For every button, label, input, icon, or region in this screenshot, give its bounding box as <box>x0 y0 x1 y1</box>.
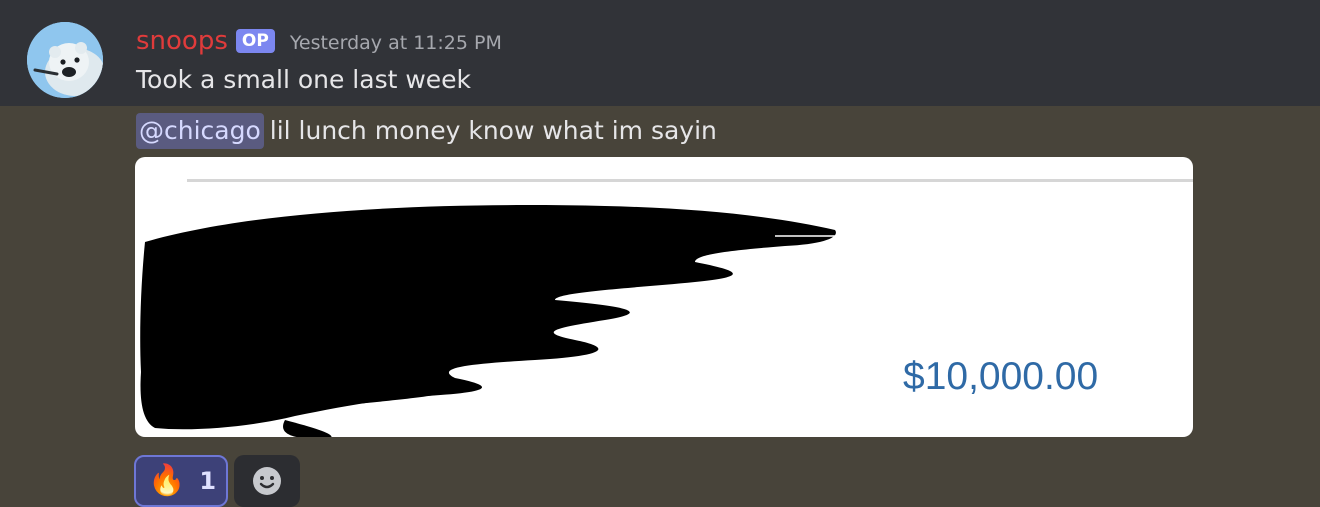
image-attachment[interactable]: $10,000.00 <box>135 157 1193 437</box>
attachment-divider <box>187 179 1193 182</box>
scribble-redaction-icon <box>140 205 836 437</box>
timestamp[interactable]: Yesterday at 11:25 PM <box>290 31 502 55</box>
reaction-fire-button[interactable]: 🔥 1 <box>134 455 228 507</box>
reaction-count: 1 <box>199 467 217 495</box>
avatar[interactable] <box>27 22 103 98</box>
message-text-line-2: @chicago lil lunch money know what im sa… <box>136 113 717 149</box>
reaction-bar: 🔥 1 <box>134 455 300 507</box>
smile-icon <box>253 467 281 495</box>
message-header: snoops OP Yesterday at 11:25 PM <box>136 25 502 57</box>
add-reaction-button[interactable] <box>234 455 300 507</box>
polar-bear-avatar-icon <box>27 22 103 98</box>
message-text-line-1: Took a small one last week <box>136 65 472 94</box>
payment-amount: $10,000.00 <box>903 355 1099 398</box>
user-mention[interactable]: @chicago <box>136 113 264 149</box>
fire-icon: 🔥 <box>148 463 186 498</box>
message-text: lil lunch money know what im sayin <box>269 116 717 145</box>
op-badge: OP <box>235 29 275 53</box>
username[interactable]: snoops <box>136 26 228 56</box>
